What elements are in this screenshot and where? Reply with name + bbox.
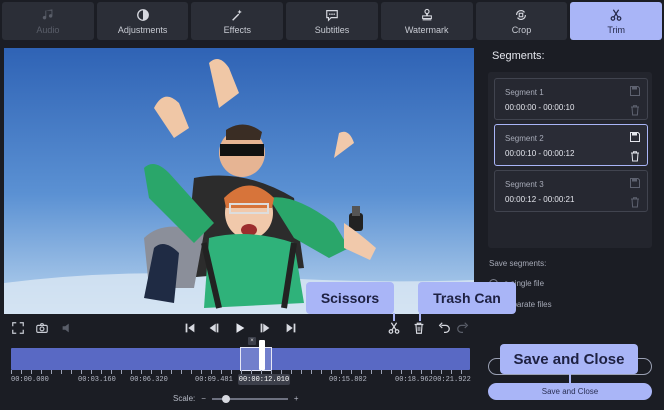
go-to-start-button[interactable]: [183, 320, 197, 336]
tab-trim[interactable]: Trim: [570, 2, 663, 40]
music-note-icon: [42, 8, 53, 19]
magic-wand-icon: [232, 9, 243, 21]
tab-crop[interactable]: Crop: [475, 2, 568, 40]
previous-frame-button[interactable]: [207, 320, 221, 336]
next-frame-button[interactable]: [258, 320, 272, 336]
tab-effects[interactable]: Effects: [191, 2, 284, 40]
segment-name: Segment 2: [505, 134, 544, 143]
scissors-icon: [388, 322, 400, 334]
tab-label: Watermark: [404, 24, 449, 35]
skydiving-photo: [4, 48, 474, 314]
timeline-label: 00:21.922: [433, 376, 471, 384]
scale-slider-knob[interactable]: [221, 394, 230, 403]
current-time-readout: 00:00:12.010: [238, 374, 290, 385]
timeline-label: 00:18.962: [395, 376, 433, 384]
trash-icon: [631, 151, 639, 162]
go-to-end-button[interactable]: [284, 320, 298, 336]
scissors-icon: [610, 8, 622, 21]
split-button[interactable]: [387, 320, 401, 336]
playhead[interactable]: [259, 340, 265, 370]
save-segment-button[interactable]: [629, 176, 641, 188]
tab-subtitles[interactable]: Subtitles: [286, 2, 378, 40]
timeline-label: 00:09.481: [195, 376, 233, 384]
crop-rotate-icon: [516, 9, 527, 20]
camera-icon: [36, 323, 48, 333]
segment-range: 00:00:10 - 00:00:12: [505, 149, 575, 158]
tab-label: Adjustments: [117, 24, 168, 35]
fullscreen-button[interactable]: [11, 320, 25, 336]
stamp-icon: [421, 8, 432, 20]
segment-item-3[interactable]: Segment 3 00:00:12 - 00:00:21: [494, 170, 648, 212]
scale-slider[interactable]: [211, 394, 288, 403]
delete-segment-item-button[interactable]: [629, 195, 641, 208]
callout-pointer: [393, 313, 395, 321]
selected-segment-window[interactable]: [240, 347, 272, 371]
step-forward-icon: [260, 323, 270, 333]
tab-label: Subtitles: [314, 24, 350, 35]
scale-plus-button[interactable]: +: [294, 394, 299, 403]
save-and-close-button[interactable]: Save and Close: [488, 383, 652, 400]
save-segment-button[interactable]: [629, 130, 641, 142]
segment-name: Segment 1: [505, 88, 544, 97]
trash-icon: [414, 322, 424, 334]
timeline-label: 00:00.000: [11, 376, 49, 384]
segment-range: 00:00:12 - 00:00:21: [505, 195, 575, 204]
step-back-icon: [209, 323, 219, 333]
speech-bubble-icon: [326, 9, 338, 22]
video-editor-window: Audio Adjustments Effects Subtitles Wate…: [0, 0, 664, 410]
segments-title: Segments:: [492, 50, 545, 62]
callout-save-and-close: Save and Close: [500, 344, 638, 374]
trash-icon: [631, 197, 639, 208]
skip-end-icon: [286, 323, 296, 333]
tab-adjustments[interactable]: Adjustments: [96, 2, 189, 40]
callout-pointer: [569, 373, 571, 383]
timeline-scale: Scale: − +: [173, 394, 299, 403]
tab-label: Trim: [607, 24, 625, 35]
redo-icon: [457, 322, 469, 333]
save-segment-button[interactable]: [629, 84, 641, 96]
tab-audio[interactable]: Audio: [2, 2, 94, 40]
fullscreen-icon: [12, 322, 24, 334]
contrast-icon: [136, 8, 149, 21]
tab-label: Crop: [511, 24, 532, 35]
segment-range: 00:00:00 - 00:00:10: [505, 103, 575, 112]
callout-pointer: [419, 313, 421, 321]
tab-label: Audio: [36, 24, 60, 35]
floppy-disk-icon: [630, 86, 640, 96]
segments-list: Segment 1 00:00:00 - 00:00:10 Segment 2 …: [488, 72, 652, 248]
undo-button[interactable]: [437, 320, 451, 336]
volume-button[interactable]: [60, 320, 74, 336]
segment-item-2[interactable]: Segment 2 00:00:10 - 00:00:12: [494, 124, 648, 166]
timeline-label: 00:15.802: [329, 376, 367, 384]
redo-button[interactable]: [456, 320, 470, 336]
close-icon[interactable]: ×: [248, 337, 256, 345]
play-button[interactable]: [233, 320, 247, 336]
timeline-label: 00:03.160: [78, 376, 116, 384]
tab-label: Effects: [223, 24, 251, 35]
delete-segment-button[interactable]: [412, 320, 426, 336]
floppy-disk-icon: [630, 178, 640, 188]
floppy-disk-icon: [630, 132, 640, 142]
undo-icon: [438, 322, 450, 333]
segment-item-1[interactable]: Segment 1 00:00:00 - 00:00:10: [494, 78, 648, 120]
delete-segment-item-button[interactable]: [629, 149, 641, 162]
speaker-icon: [62, 323, 69, 333]
skip-start-icon: [185, 323, 195, 333]
callout-trash-can: Trash Can: [418, 282, 516, 314]
segment-name: Segment 3: [505, 180, 544, 189]
video-preview[interactable]: [4, 48, 474, 314]
tool-tabs: Audio Adjustments Effects Subtitles Wate…: [0, 0, 664, 42]
tab-watermark[interactable]: Watermark: [380, 2, 473, 40]
scale-minus-button[interactable]: −: [201, 394, 206, 403]
delete-segment-item-button[interactable]: [629, 103, 641, 116]
callout-scissors: Scissors: [306, 282, 394, 314]
snapshot-button[interactable]: [35, 320, 49, 336]
save-segments-label: Save segments:: [489, 259, 547, 268]
scale-label: Scale:: [173, 394, 196, 403]
timeline-label: 00:06.320: [130, 376, 168, 384]
trash-icon: [631, 105, 639, 116]
play-icon: [236, 323, 245, 333]
